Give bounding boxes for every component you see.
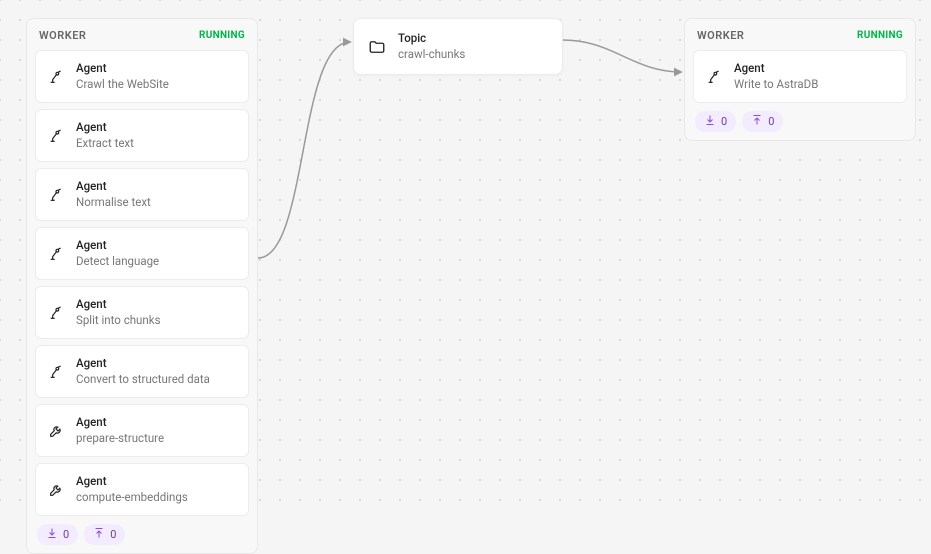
folder-icon [368,38,386,56]
robot-arm-icon [48,246,64,262]
robot-arm-icon [706,69,722,85]
agent-text: Agent Detect language [76,238,159,269]
robot-arm-icon [48,187,64,203]
agent-text: Agent Extract text [76,120,134,151]
agent-description: Split into chunks [76,313,161,329]
io-out-count: 0 [110,528,116,541]
worker-header: WORKER RUNNING [693,27,907,50]
agent-description: compute-embeddings [76,490,188,506]
agent-text: Agent Crawl the WebSite [76,61,169,92]
worker-io-stats: 0 0 [693,111,907,132]
topic-description: crawl-chunks [398,47,465,63]
agent-label: Agent [734,61,818,77]
worker-title: WORKER [697,29,744,42]
io-chip-upload[interactable]: 0 [742,111,783,132]
topic-text: Topic crawl-chunks [398,31,465,62]
agent-text: Agent prepare-structure [76,415,164,446]
upload-icon [93,527,105,542]
io-chip-upload[interactable]: 0 [84,524,125,545]
agent-description: Crawl the WebSite [76,77,169,93]
edge-worker1-to-topic [258,30,358,270]
robot-arm-icon [48,305,64,321]
download-icon [46,527,58,542]
agent-text: Agent Normalise text [76,179,151,210]
agent-description: Convert to structured data [76,372,210,388]
agent-description: Detect language [76,254,159,270]
agent-prepare-structure[interactable]: Agent prepare-structure [35,404,249,457]
edge-topic-to-worker2 [563,30,688,90]
robot-arm-icon [48,69,64,85]
agent-label: Agent [76,474,188,490]
agent-text: Agent Split into chunks [76,297,161,328]
agent-description: prepare-structure [76,431,164,447]
agent-crawl-website[interactable]: Agent Crawl the WebSite [35,50,249,103]
agent-compute-embeddings[interactable]: Agent compute-embeddings [35,463,249,516]
upload-icon [751,114,763,129]
download-icon [704,114,716,129]
robot-arm-icon [48,364,64,380]
agent-description: Write to AstraDB [734,77,818,93]
worker-status-badge: RUNNING [199,30,245,41]
agent-label: Agent [76,61,169,77]
agent-split-chunks[interactable]: Agent Split into chunks [35,286,249,339]
agent-description: Extract text [76,136,134,152]
pipeline-canvas[interactable]: WORKER RUNNING Agent Crawl the WebSite A… [0,0,931,515]
agent-write-astradb[interactable]: Agent Write to AstraDB [693,50,907,103]
io-out-count: 0 [768,115,774,128]
agent-text: Agent compute-embeddings [76,474,188,505]
topic-label: Topic [398,31,465,47]
agent-text: Agent Write to AstraDB [734,61,818,92]
agent-label: Agent [76,120,134,136]
agent-detect-language[interactable]: Agent Detect language [35,227,249,280]
io-chip-download[interactable]: 0 [37,524,78,545]
io-in-count: 0 [721,115,727,128]
robot-arm-icon [48,128,64,144]
agent-description: Normalise text [76,195,151,211]
agent-label: Agent [76,238,159,254]
agent-label: Agent [76,297,161,313]
agent-normalise-text[interactable]: Agent Normalise text [35,168,249,221]
worker-status-badge: RUNNING [857,30,903,41]
io-in-count: 0 [63,528,69,541]
agent-text: Agent Convert to structured data [76,356,210,387]
worker-io-stats: 0 0 [35,524,249,545]
agent-label: Agent [76,179,151,195]
agent-label: Agent [76,356,210,372]
agent-convert-structured[interactable]: Agent Convert to structured data [35,345,249,398]
wrench-icon [48,423,64,439]
worker-card-crawl[interactable]: WORKER RUNNING Agent Crawl the WebSite A… [26,18,258,554]
io-chip-download[interactable]: 0 [695,111,736,132]
worker-card-write[interactable]: WORKER RUNNING Agent Write to AstraDB 0 … [684,18,916,141]
worker-title: WORKER [39,29,86,42]
wrench-icon [48,482,64,498]
topic-card-crawl-chunks[interactable]: Topic crawl-chunks [353,18,563,75]
agent-extract-text[interactable]: Agent Extract text [35,109,249,162]
agent-label: Agent [76,415,164,431]
worker-header: WORKER RUNNING [35,27,249,50]
